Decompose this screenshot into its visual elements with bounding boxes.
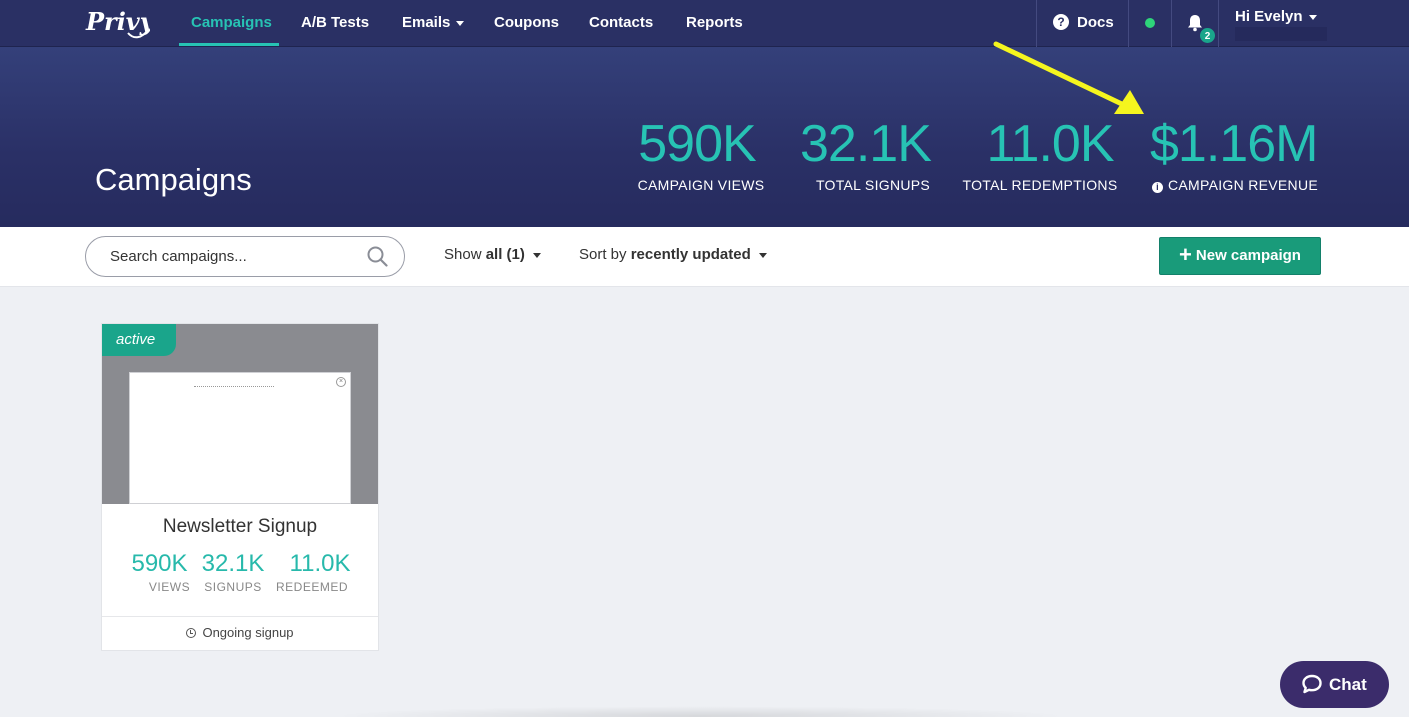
notification-badge: 2: [1199, 27, 1216, 44]
search-input[interactable]: [110, 237, 360, 276]
privy-logo[interactable]: Privy: [84, 6, 150, 40]
page-title: Campaigns: [95, 162, 252, 197]
campaign-toolbar: Show all (1) Sort by recently updated +N…: [0, 227, 1409, 287]
nav-campaigns[interactable]: Campaigns: [191, 0, 272, 47]
stat-total-redemptions-label: TOTAL REDEMPTIONS: [962, 177, 1118, 193]
stat-total-signups-label: TOTAL SIGNUPS: [815, 177, 931, 193]
nav-reports[interactable]: Reports: [686, 0, 743, 47]
nav-contacts[interactable]: Contacts: [589, 0, 653, 47]
chat-button[interactable]: Chat: [1280, 661, 1389, 708]
card-signups-label: SIGNUPS: [204, 580, 262, 594]
preview-popup: ×: [129, 372, 351, 504]
search-box[interactable]: [85, 236, 405, 277]
annotation-arrow: [993, 41, 1144, 114]
status-indicator: [1145, 18, 1155, 28]
card-redeemed-value: 11.0K: [289, 550, 351, 577]
chevron-down-icon: [758, 252, 767, 258]
show-filter-dropdown[interactable]: Show all (1): [444, 246, 541, 263]
campaign-title[interactable]: Newsletter Signup: [102, 516, 378, 538]
campaign-schedule: Ongoing signup: [102, 616, 378, 650]
top-nav: Privy Campaigns A/B Tests Emails Coupons…: [0, 0, 1409, 47]
campaign-preview[interactable]: × active: [102, 324, 378, 504]
stat-campaign-views-label: CAMPAIGN VIEWS: [637, 177, 765, 193]
close-icon: ×: [336, 377, 346, 387]
stat-campaign-views-value: 590K: [638, 115, 756, 173]
chevron-down-icon: [532, 252, 541, 258]
nav-ab-tests[interactable]: A/B Tests: [301, 0, 369, 47]
stat-total-signups-value: 32.1K: [800, 115, 932, 173]
plus-icon: +: [1179, 242, 1192, 267]
card-redeemed-label: REDEEMED: [275, 580, 348, 594]
nav-divider: [1171, 0, 1172, 47]
chevron-down-icon: [1308, 14, 1317, 20]
card-views-value: 590K: [131, 550, 188, 577]
brand-name: Privy: [85, 7, 150, 36]
nav-coupons[interactable]: Coupons: [494, 0, 559, 47]
info-icon[interactable]: i: [1152, 182, 1163, 193]
active-tab-indicator: [179, 43, 279, 46]
sort-dropdown[interactable]: Sort by recently updated: [579, 246, 767, 263]
question-circle-icon: ?: [1053, 13, 1069, 30]
chevron-down-icon: [456, 20, 465, 26]
campaign-card[interactable]: × active Newsletter Signup 590K VIEWS 32…: [101, 323, 379, 651]
card-views-label: VIEWS: [148, 580, 191, 594]
card-signups-value: 32.1K: [201, 550, 265, 577]
preview-placeholder-line: [194, 386, 274, 387]
status-badge: active: [102, 324, 176, 356]
bottom-shadow: [330, 706, 1070, 717]
account-name-redacted: [1235, 27, 1327, 41]
new-campaign-button[interactable]: + New campaign: [1159, 237, 1321, 275]
stat-campaign-revenue-value: $1.16M: [1150, 115, 1318, 173]
clock-icon: [186, 628, 197, 638]
hero-banner: Campaigns 590K CAMPAIGN VIEWS 32.1K TOTA…: [0, 47, 1409, 227]
user-menu[interactable]: Hi Evelyn: [1235, 8, 1317, 25]
stat-campaign-revenue-label: i CAMPAIGN REVENUE: [1152, 177, 1318, 193]
stat-total-redemptions-value: 11.0K: [986, 115, 1114, 173]
nav-emails[interactable]: Emails: [402, 0, 465, 47]
chat-bubble-icon: [1302, 674, 1322, 694]
search-icon[interactable]: [367, 246, 388, 267]
nav-divider: [1218, 0, 1219, 47]
